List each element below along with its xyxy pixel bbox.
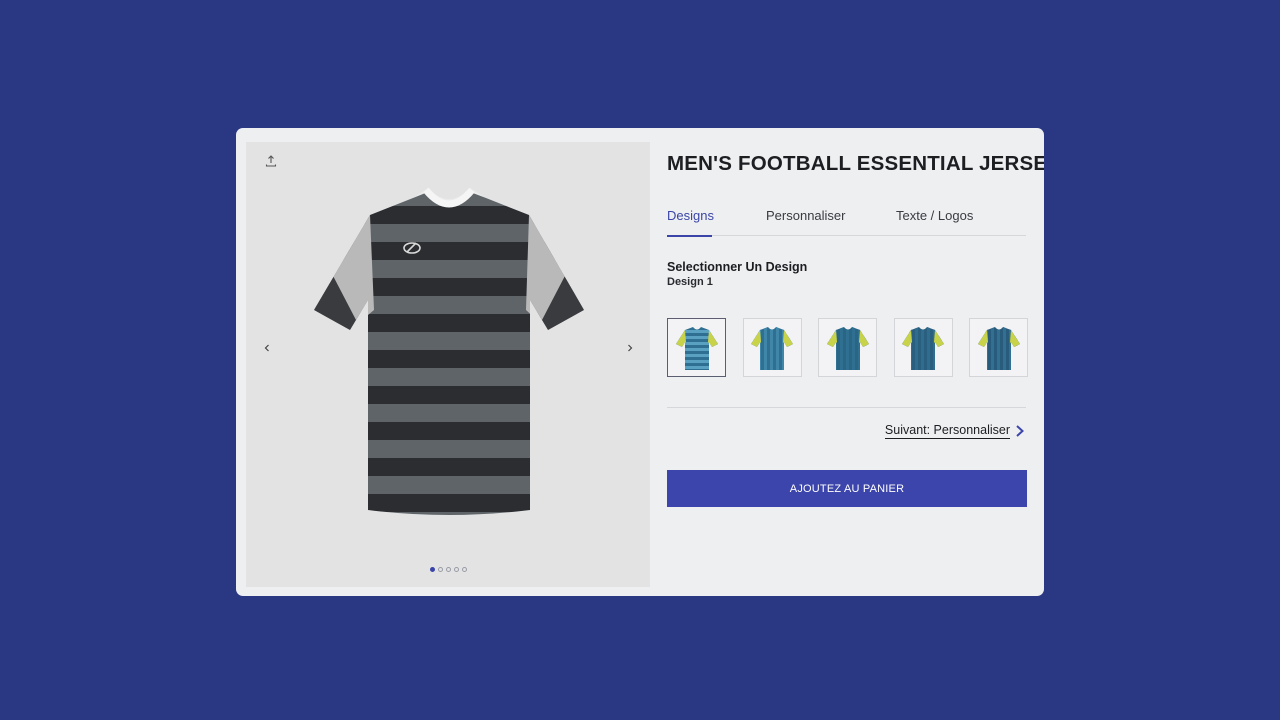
share-icon[interactable] — [264, 154, 278, 168]
jersey-thumbnail — [902, 326, 944, 370]
jersey-thumbnail — [751, 326, 793, 370]
chevron-right-icon — [1016, 425, 1024, 437]
product-gallery — [246, 142, 650, 587]
chevron-right-icon[interactable] — [623, 341, 637, 355]
gallery-pagination — [246, 567, 650, 572]
tab-bar: Designs Personnaliser Texte / Logos — [667, 200, 1026, 237]
divider — [667, 407, 1026, 408]
customizer-panel: MEN'S FOOTBALL ESSENTIAL JERSEY Designs … — [667, 128, 1044, 596]
design-option-1[interactable] — [667, 318, 726, 377]
tab-texte-logos[interactable]: Texte / Logos — [896, 208, 973, 223]
next-step-label: Suivant: Personnaliser — [884, 423, 1010, 439]
chevron-left-icon[interactable] — [260, 341, 274, 355]
tab-designs[interactable]: Designs — [667, 208, 714, 223]
gallery-dot[interactable] — [429, 567, 435, 572]
product-title: MEN'S FOOTBALL ESSENTIAL JERSEY — [667, 152, 1044, 175]
gallery-dot[interactable] — [437, 567, 443, 572]
active-tab-indicator — [667, 235, 712, 237]
next-step-link[interactable]: Suivant: Personnaliser — [884, 423, 1026, 439]
jersey-thumbnail — [675, 326, 718, 370]
selected-design-label: Design 1 — [667, 276, 713, 288]
tab-label: Designs — [667, 208, 714, 223]
design-option-2[interactable] — [742, 318, 802, 377]
design-option-3[interactable] — [818, 318, 877, 377]
design-options — [667, 318, 1028, 378]
jersey-image — [308, 170, 590, 520]
jersey-thumbnail — [977, 326, 1020, 370]
product-card: MEN'S FOOTBALL ESSENTIAL JERSEY Designs … — [236, 128, 1044, 596]
jersey-thumbnail — [826, 326, 869, 370]
gallery-dot[interactable] — [461, 567, 467, 572]
tab-label: Texte / Logos — [896, 208, 974, 223]
section-heading: Selectionner Un Design — [667, 260, 808, 274]
design-option-5[interactable] — [969, 318, 1028, 377]
add-to-cart-button[interactable]: AJOUTEZ AU PANIER — [667, 470, 1027, 507]
tab-label: Personnaliser — [766, 208, 846, 223]
gallery-dot[interactable] — [445, 567, 451, 572]
tab-personnaliser[interactable]: Personnaliser — [766, 208, 846, 223]
gallery-dot[interactable] — [453, 567, 459, 572]
design-option-4[interactable] — [893, 318, 953, 377]
